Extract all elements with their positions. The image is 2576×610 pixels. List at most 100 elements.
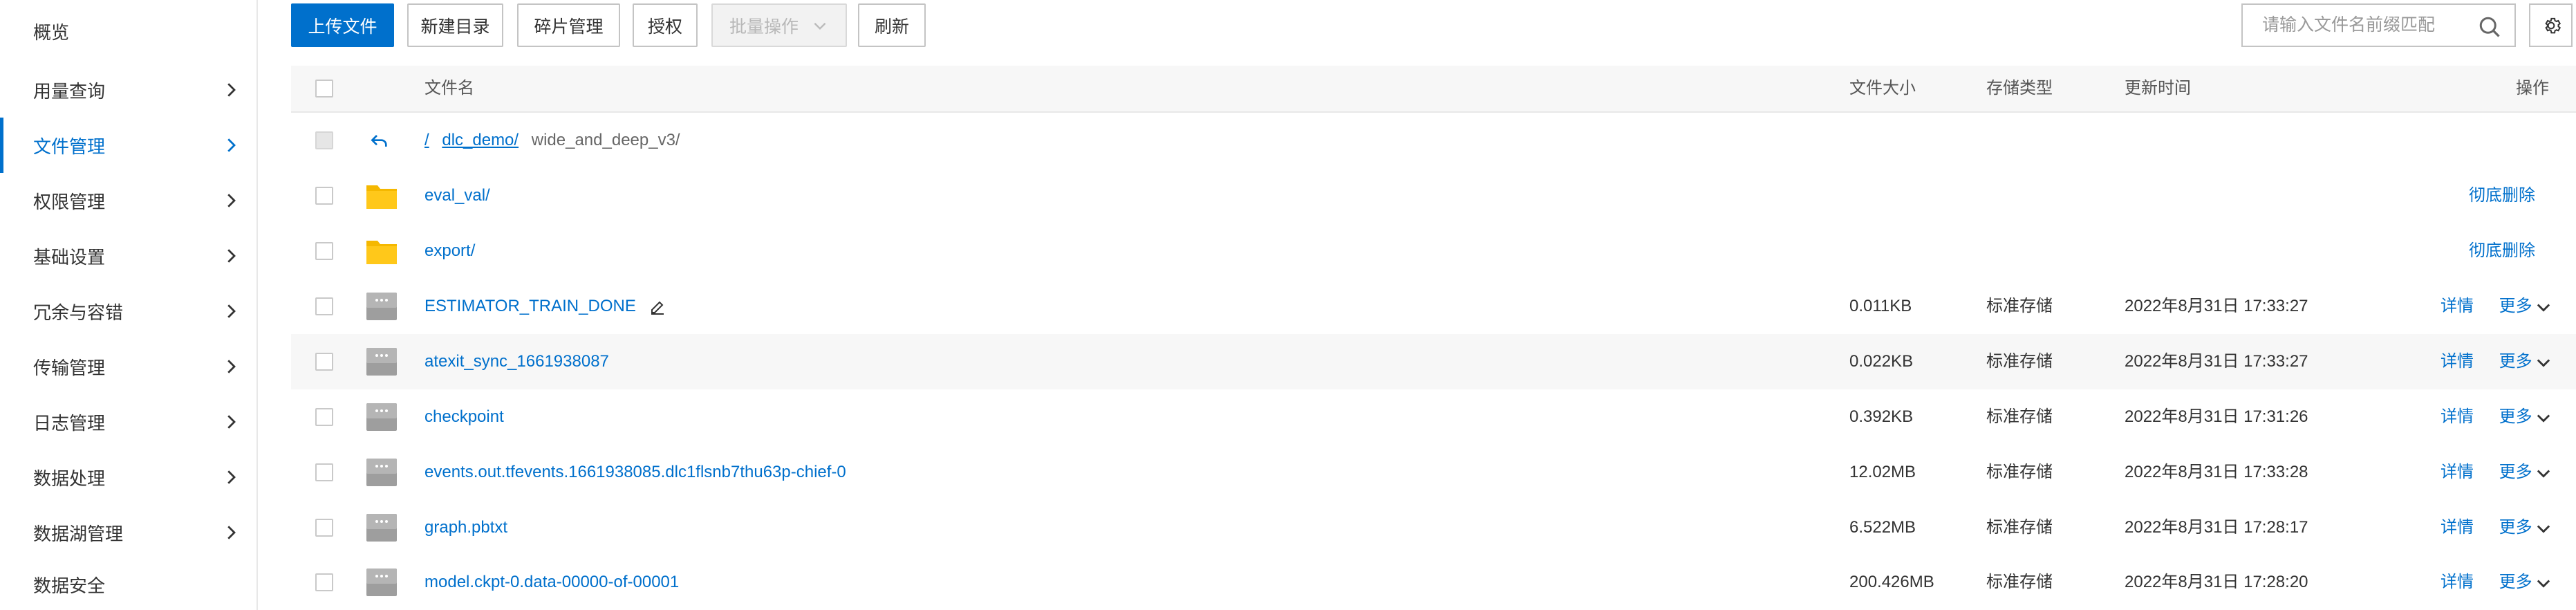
row-checkbox[interactable] xyxy=(315,353,333,371)
sidebar-item-logs[interactable]: 日志管理 xyxy=(0,394,256,450)
file-icon xyxy=(366,293,397,320)
more-menu-link[interactable]: 更多 xyxy=(2499,297,2553,315)
row-checkbox[interactable] xyxy=(315,463,333,481)
folder-name-link[interactable]: export/ xyxy=(424,223,475,279)
batch-operation-label: 批量操作 xyxy=(729,17,799,37)
chevron-right-icon xyxy=(221,80,241,100)
back-arrow-icon[interactable] xyxy=(368,130,391,152)
breadcrumb-dlc-demo-link[interactable]: dlc_demo/ xyxy=(442,131,519,149)
table-row: ESTIMATOR_TRAIN_DONE 0.011KB 标准存储 2022年8… xyxy=(291,279,2576,334)
more-menu-link[interactable]: 更多 xyxy=(2499,518,2553,537)
sidebar-item-label: 权限管理 xyxy=(33,191,106,212)
sidebar-item-label: 数据安全 xyxy=(33,575,106,596)
sidebar-item-transfer[interactable]: 传输管理 xyxy=(0,339,256,394)
sidebar-item-basic-settings[interactable]: 基础设置 xyxy=(0,228,256,284)
sidebar-item-usage[interactable]: 用量查询 xyxy=(0,62,256,118)
chevron-down-icon xyxy=(2537,580,2550,588)
row-checkbox[interactable] xyxy=(315,297,333,315)
chevron-right-icon xyxy=(221,467,241,488)
file-size: 200.426MB xyxy=(1849,573,1934,591)
breadcrumb-root-link[interactable]: / xyxy=(424,131,429,149)
upload-button[interactable]: 上传文件 xyxy=(291,3,394,47)
edit-icon[interactable] xyxy=(649,299,666,315)
search-input[interactable] xyxy=(2243,6,2464,45)
delete-permanently-link[interactable]: 彻底删除 xyxy=(2469,168,2535,223)
file-size: 6.522MB xyxy=(1849,518,1916,537)
more-menu-link[interactable]: 更多 xyxy=(2499,352,2553,371)
new-directory-button[interactable]: 新建目录 xyxy=(407,3,503,47)
file-name-link[interactable]: atexit_sync_1661938087 xyxy=(424,334,609,389)
sidebar-item-label: 概览 xyxy=(33,21,70,43)
sidebar-item-files[interactable]: 文件管理 xyxy=(0,118,256,173)
detail-link[interactable]: 详情 xyxy=(2440,573,2474,591)
detail-link[interactable]: 详情 xyxy=(2440,518,2474,537)
breadcrumb-current: wide_and_deep_v3/ xyxy=(531,131,680,149)
sidebar-item-redundancy[interactable]: 冗余与容错 xyxy=(0,284,256,339)
sidebar-item-data-lake[interactable]: 数据湖管理 xyxy=(0,505,256,560)
more-label: 更多 xyxy=(2499,407,2532,426)
breadcrumb-row: / dlc_demo/ wide_and_deep_v3/ xyxy=(291,113,2576,168)
detail-link[interactable]: 详情 xyxy=(2440,463,2474,481)
batch-operation-button[interactable]: 批量操作 xyxy=(711,3,847,47)
file-name-link[interactable]: events.out.tfevents.1661938085.dlc1flsnb… xyxy=(424,445,846,500)
row-checkbox[interactable] xyxy=(315,519,333,537)
chevron-down-icon xyxy=(2537,304,2550,312)
chevron-right-icon xyxy=(221,412,241,432)
file-size: 0.392KB xyxy=(1849,407,1914,426)
row-checkbox xyxy=(315,131,333,149)
chevron-right-icon xyxy=(221,522,241,543)
fragment-management-button[interactable]: 碎片管理 xyxy=(517,3,620,47)
file-name-cell: ESTIMATOR_TRAIN_DONE xyxy=(424,279,666,334)
chevron-down-icon xyxy=(814,22,826,30)
sidebar-item-overview[interactable]: 概览 xyxy=(0,3,256,59)
select-all-checkbox[interactable] xyxy=(315,80,333,98)
table-row: checkpoint 0.392KB 标准存储 2022年8月31日 17:31… xyxy=(291,389,2576,445)
sidebar-item-label: 传输管理 xyxy=(33,357,106,378)
detail-link[interactable]: 详情 xyxy=(2440,352,2474,371)
more-menu-link[interactable]: 更多 xyxy=(2499,407,2553,426)
file-size: 0.011KB xyxy=(1849,297,1912,315)
updated-time: 2022年8月31日 17:28:17 xyxy=(2125,518,2308,537)
row-checkbox[interactable] xyxy=(315,573,333,591)
file-name-link[interactable]: model.ckpt-0.data-00000-of-00001 xyxy=(424,555,679,610)
search-icon[interactable] xyxy=(2477,15,2502,39)
detail-link[interactable]: 详情 xyxy=(2440,407,2474,426)
more-label: 更多 xyxy=(2499,463,2532,481)
more-menu-link[interactable]: 更多 xyxy=(2499,463,2553,481)
file-name-link[interactable]: ESTIMATOR_TRAIN_DONE xyxy=(424,297,636,315)
row-checkbox[interactable] xyxy=(315,408,333,426)
row-checkbox[interactable] xyxy=(315,187,333,205)
header-updated: 更新时间 xyxy=(2125,79,2191,98)
table-row: model.ckpt-0.data-00000-of-00001 200.426… xyxy=(291,555,2576,610)
detail-link[interactable]: 详情 xyxy=(2440,297,2474,315)
file-size: 0.022KB xyxy=(1849,352,1914,371)
row-checkbox[interactable] xyxy=(315,242,333,260)
refresh-button[interactable]: 刷新 xyxy=(858,3,926,47)
folder-name-link[interactable]: eval_val/ xyxy=(424,168,490,223)
storage-type: 标准存储 xyxy=(1986,297,2053,315)
delete-permanently-link[interactable]: 彻底删除 xyxy=(2469,223,2535,279)
settings-button[interactable] xyxy=(2529,3,2573,47)
updated-time: 2022年8月31日 17:31:26 xyxy=(2125,407,2308,426)
sidebar-item-data-security[interactable]: 数据安全 xyxy=(0,557,256,610)
more-label: 更多 xyxy=(2499,573,2532,591)
storage-type: 标准存储 xyxy=(1986,573,2053,591)
folder-icon xyxy=(366,185,397,209)
row-actions: 详情 更多 xyxy=(2440,500,2553,555)
header-filename: 文件名 xyxy=(424,79,474,98)
sidebar-item-label: 日志管理 xyxy=(33,412,106,434)
authorize-button[interactable]: 授权 xyxy=(633,3,698,47)
chevron-right-icon xyxy=(221,356,241,377)
more-menu-link[interactable]: 更多 xyxy=(2499,573,2553,591)
sidebar-item-permissions[interactable]: 权限管理 xyxy=(0,173,256,228)
file-name-link[interactable]: graph.pbtxt xyxy=(424,500,507,555)
row-actions: 详情 更多 xyxy=(2440,555,2553,610)
chevron-down-icon xyxy=(2537,525,2550,533)
more-label: 更多 xyxy=(2499,297,2532,315)
sidebar-item-data-processing[interactable]: 数据处理 xyxy=(0,450,256,505)
header-storage: 存储类型 xyxy=(1986,79,2053,98)
sidebar-item-label: 冗余与容错 xyxy=(33,302,124,323)
file-name-link[interactable]: checkpoint xyxy=(424,389,504,445)
folder-icon xyxy=(366,241,397,264)
gear-icon xyxy=(2544,17,2561,33)
